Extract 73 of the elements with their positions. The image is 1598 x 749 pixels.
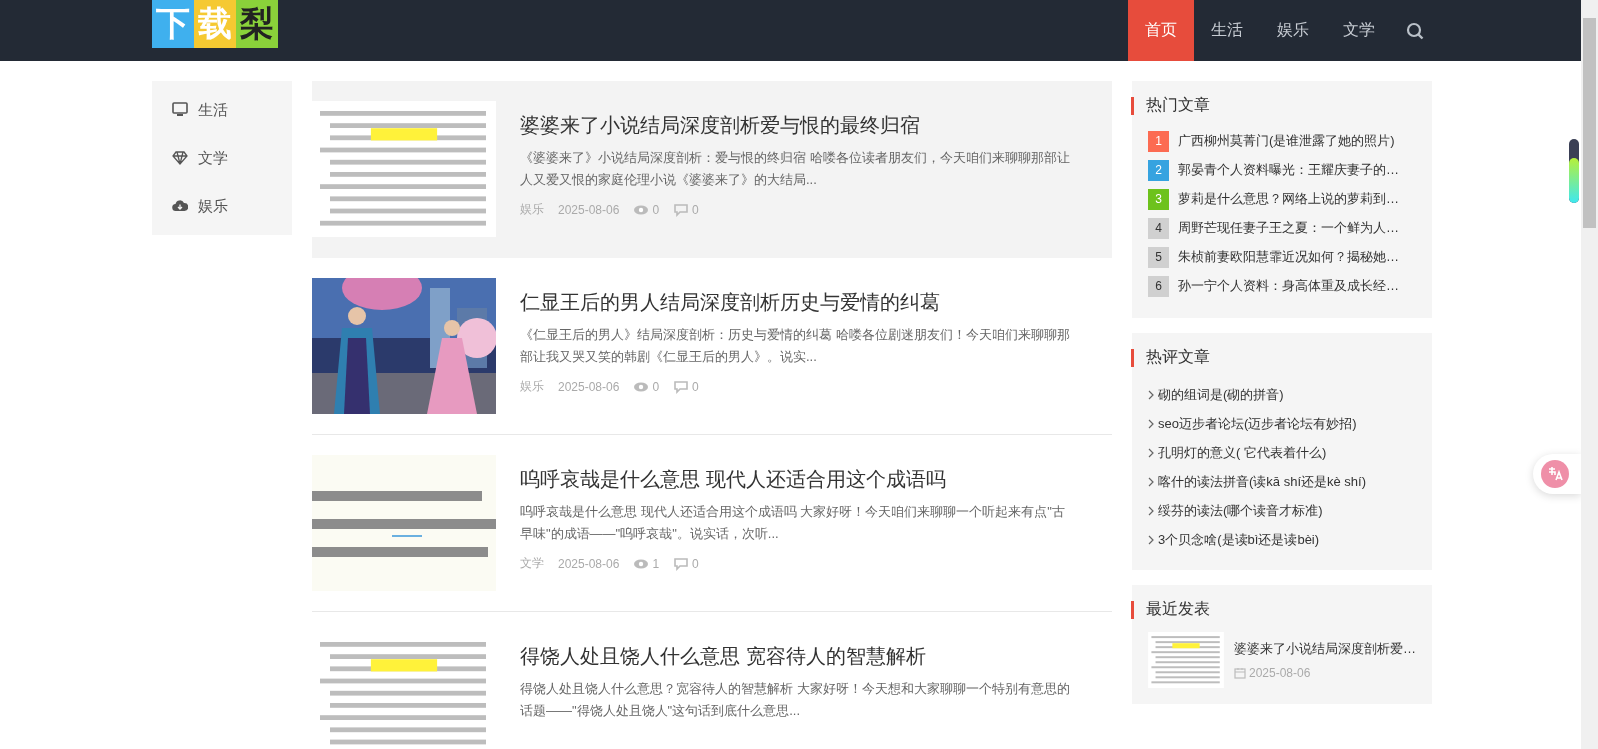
- comment-count: 0: [673, 201, 699, 218]
- eye-icon: [633, 557, 650, 570]
- nav-link[interactable]: 娱乐: [1260, 0, 1326, 61]
- heading-marker: [1131, 96, 1134, 115]
- article-link[interactable]: 萝莉是什么意思？网络上说的萝莉到…: [1178, 190, 1399, 208]
- article-link[interactable]: 周野芒现任妻子王之夏：一个鲜为人…: [1178, 219, 1399, 237]
- translate-button[interactable]: [1533, 454, 1581, 494]
- article-link[interactable]: 广西柳州莫菁门(是谁泄露了她的照片): [1178, 132, 1395, 150]
- calendar-icon: [1234, 667, 1246, 679]
- rank-badge: 2: [1148, 159, 1169, 181]
- post-date: 2025-08-06: [1234, 666, 1416, 680]
- chevron-icon: [1148, 476, 1154, 487]
- chevron-icon: [1148, 447, 1154, 458]
- diamond-icon: [172, 150, 188, 166]
- post-date: 2025-08-06: [558, 555, 620, 572]
- comment-icon: [673, 556, 690, 571]
- view-count: 1: [633, 555, 660, 572]
- article-title[interactable]: 呜呼哀哉是什么意思 现代人还适合用这个成语吗: [520, 465, 1075, 493]
- chevron-icon: [1148, 534, 1154, 545]
- view-count: 0: [633, 201, 660, 218]
- rank-badge: 1: [1148, 130, 1169, 152]
- search-icon: [1406, 21, 1424, 40]
- sidebar-item[interactable]: 娱乐: [152, 182, 292, 230]
- article-link[interactable]: 郭晏青个人资料曝光：王耀庆妻子的…: [1178, 161, 1399, 179]
- gauge-icon: [1568, 138, 1580, 204]
- eye-icon: [633, 203, 650, 216]
- logo[interactable]: 下 载 梨: [152, 0, 278, 50]
- comment-icon: [673, 379, 690, 394]
- scrollbar[interactable]: [1581, 0, 1598, 749]
- view-count: 0: [633, 378, 660, 395]
- rank-badge: 6: [1148, 275, 1169, 297]
- translate-icon: [1541, 460, 1569, 488]
- chevron-icon: [1148, 389, 1154, 400]
- heading-marker: [1131, 348, 1134, 367]
- article-excerpt: 《仁显王后的男人》结局深度剖析：历史与爱情的纠葛 哈喽各位剧迷朋友们！今天咱们来聊聊那部让我又哭又笑的韩剧《仁显王后的男人》。说实...: [520, 326, 1071, 366]
- post-date: 2025-08-06: [558, 201, 620, 218]
- nav-link[interactable]: 首页: [1128, 0, 1194, 61]
- article-link[interactable]: 绥芬的读法(哪个读音才标准): [1158, 501, 1323, 520]
- article-title[interactable]: 婆婆来了小说结局深度剖析爱与恨的最终归宿: [520, 111, 1075, 139]
- chevron-icon: [1148, 418, 1154, 429]
- sidebar-item[interactable]: 生活: [152, 86, 292, 134]
- article-link[interactable]: 孙一宁个人资料：身高体重及成长经…: [1178, 277, 1399, 295]
- comment-icon: [673, 202, 690, 217]
- article-link[interactable]: 3个贝念啥(是读bì还是读bèi): [1158, 530, 1320, 549]
- article-link[interactable]: seo迈步者论坛(迈步者论坛有妙招): [1158, 414, 1357, 433]
- article-link[interactable]: 婆婆来了小说结局深度剖析爱…: [1234, 640, 1416, 658]
- article-link[interactable]: 朱桢前妻欧阳慧霏近况如何？揭秘她…: [1178, 248, 1399, 266]
- rank-badge: 5: [1148, 246, 1169, 268]
- article-title[interactable]: 仁显王后的男人结局深度剖析历史与爱情的纠葛: [520, 288, 1075, 316]
- article-excerpt: 《婆婆来了》小说结局深度剖析：爱与恨的终归宿 哈喽各位读者朋友们，今天咱们来聊聊那部让人又爱又恨的家庭伦理小说《婆婆来了》的大结局...: [520, 149, 1071, 189]
- article-excerpt: 得饶人处且饶人什么意思？宽容待人的智慧解析 大家好呀！今天想和大家聊聊一个特别有意思的话题——"得饶人处且饶人"这句话到底什么意思...: [520, 680, 1071, 720]
- nav-link[interactable]: 生活: [1194, 0, 1260, 61]
- widget-title: 热门文章: [1146, 95, 1210, 115]
- heading-marker: [1131, 600, 1134, 619]
- article-excerpt: 呜呼哀哉是什么意思 现代人还适合用这个成语吗 大家好呀！今天咱们来聊聊一个听起来有点"古早味"的成语——"呜呼哀哉"。说实话，次听...: [520, 503, 1066, 543]
- comment-count: 0: [673, 378, 699, 395]
- widget-title: 热评文章: [1146, 347, 1210, 367]
- rank-badge: 3: [1148, 188, 1169, 210]
- post-date: 2025-08-06: [558, 378, 620, 395]
- widget-title: 最近发表: [1146, 599, 1210, 619]
- comment-count: 0: [673, 555, 699, 572]
- nav-link[interactable]: 文学: [1326, 0, 1392, 61]
- eye-icon: [633, 380, 650, 393]
- article-link[interactable]: 砌的组词是(砌的拼音): [1158, 385, 1284, 404]
- cloud-icon: [172, 198, 188, 214]
- rank-badge: 4: [1148, 217, 1169, 239]
- article-link[interactable]: 孔明灯的意义( 它代表着什么): [1158, 443, 1327, 462]
- scrollbar-thumb[interactable]: [1583, 18, 1596, 228]
- article-title[interactable]: 得饶人处且饶人什么意思 宽容待人的智慧解析: [520, 642, 1075, 670]
- monitor-icon: [172, 102, 188, 118]
- article-link[interactable]: 喀什的读法拼音(读kā shí还是kè shí): [1158, 472, 1367, 491]
- chevron-icon: [1148, 505, 1154, 516]
- sidebar-item[interactable]: 文学: [152, 134, 292, 182]
